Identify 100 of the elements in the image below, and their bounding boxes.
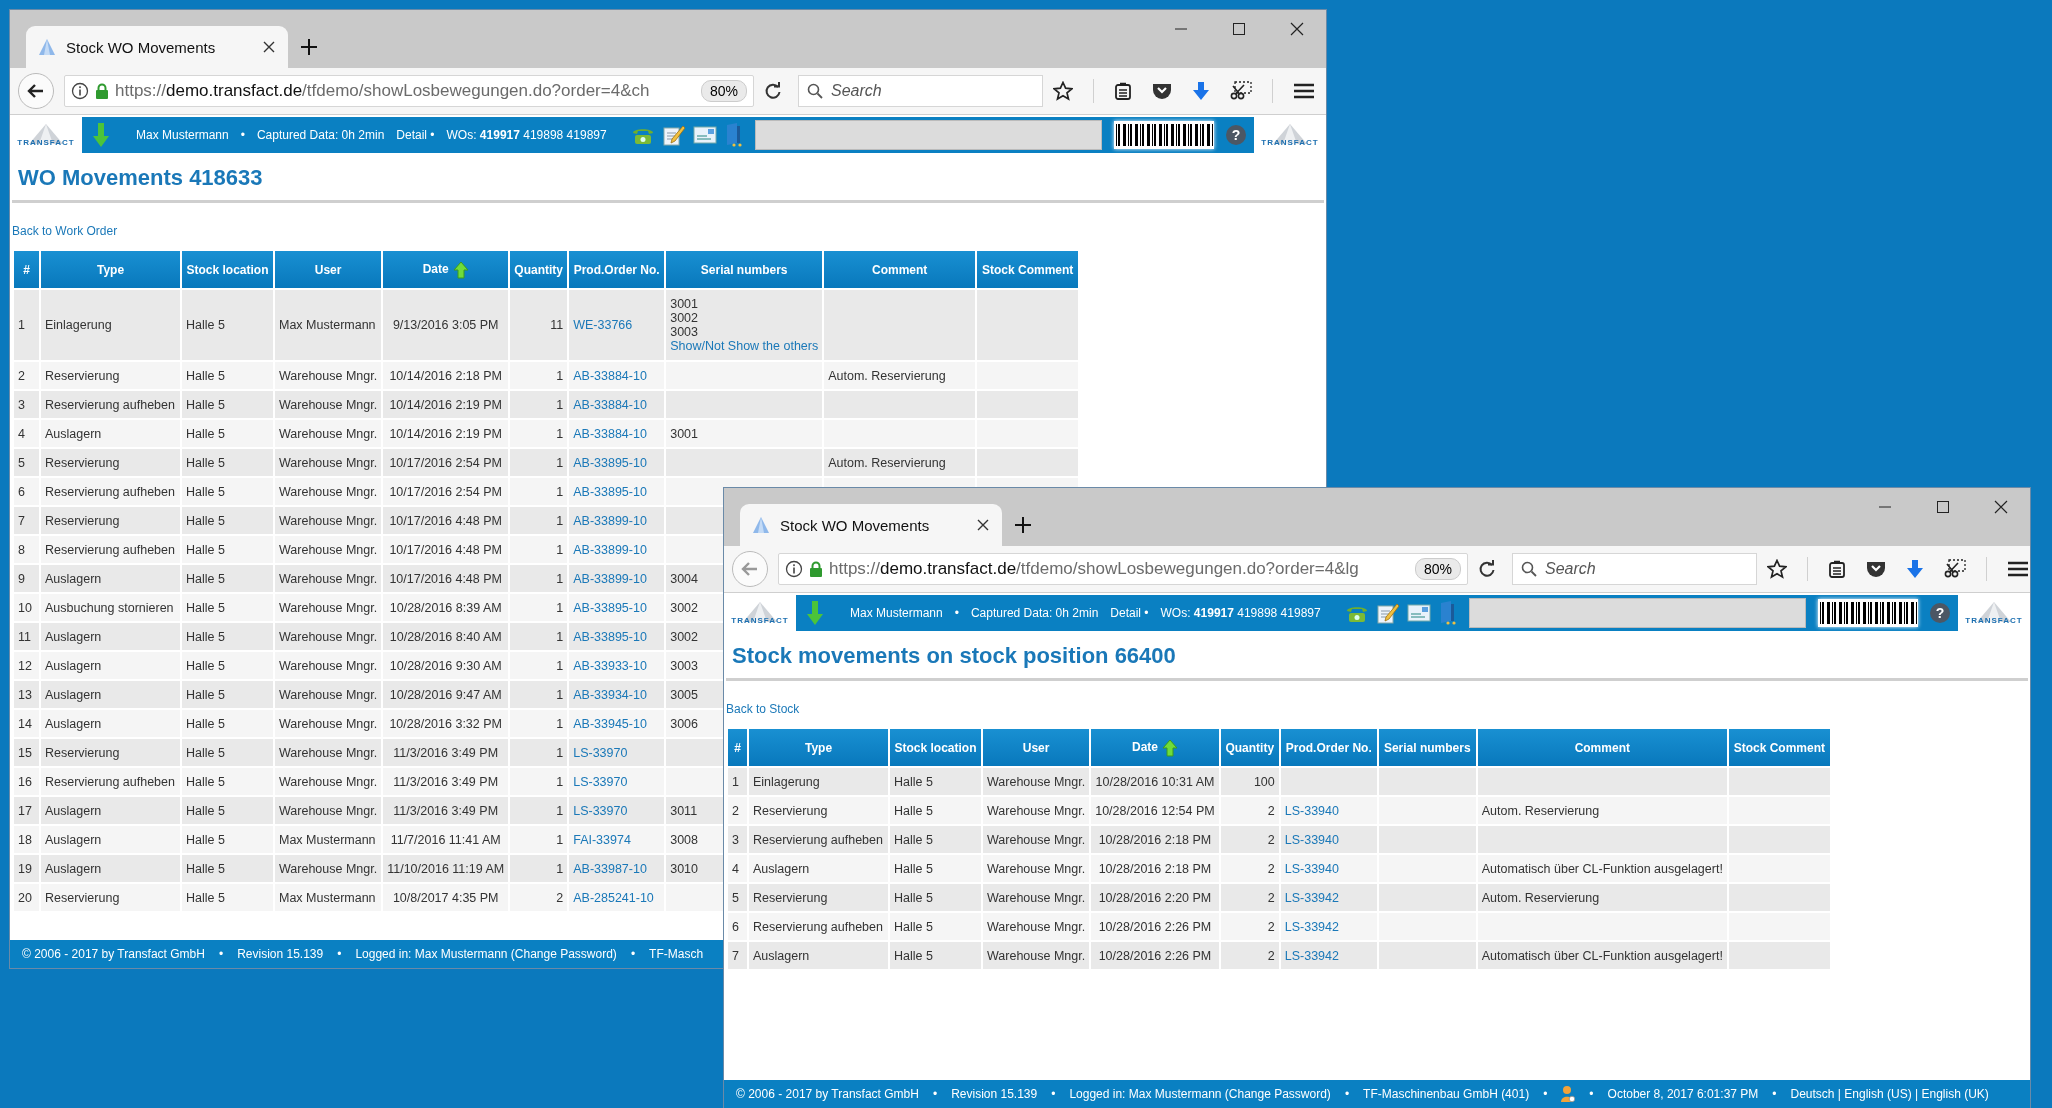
table-cell: Reservierung	[41, 362, 180, 389]
search-icon	[807, 83, 823, 99]
bullet-separator: •	[1543, 1087, 1548, 1101]
input-field[interactable]	[1468, 598, 1806, 628]
column-header[interactable]: Serial numbers	[1378, 729, 1476, 766]
column-header[interactable]: Date	[1091, 729, 1219, 766]
barcode-icon	[1114, 121, 1214, 149]
back-arrow-icon	[27, 82, 45, 100]
scissors-icon[interactable]	[1230, 81, 1252, 101]
table-cell: 1	[510, 536, 568, 563]
address-bar[interactable]: https://demo.transfact.de/tfdemo/showLosbewegungen.do?order=4&ch 80%	[64, 75, 754, 107]
table-cell: Auslagern	[41, 652, 180, 679]
table-cell: Halle 5	[890, 855, 981, 882]
browser-tab[interactable]: Stock WO Movements	[740, 504, 1002, 546]
column-header[interactable]: Date	[383, 251, 509, 288]
search-field[interactable]: Search	[798, 75, 1043, 107]
table-cell: Halle 5	[182, 536, 273, 563]
column-header[interactable]: Stock location	[182, 251, 273, 288]
table-cell: 19	[14, 855, 39, 882]
table-cell: Halle 5	[890, 942, 981, 969]
notepad-pencil-icon[interactable]	[1376, 602, 1399, 624]
table-cell: Halle 5	[182, 594, 273, 621]
column-header[interactable]: Prod.Order No.	[569, 251, 665, 288]
zoom-level-badge[interactable]: 80%	[700, 80, 747, 102]
star-icon[interactable]	[1053, 81, 1073, 101]
table-cell: Reservierung aufheben	[41, 768, 180, 795]
person-badge-icon[interactable]	[1561, 1085, 1576, 1103]
column-header[interactable]: Quantity	[510, 251, 568, 288]
column-header[interactable]: Serial numbers	[666, 251, 823, 288]
table-cell: 2	[1220, 884, 1279, 911]
download-icon[interactable]	[1906, 559, 1924, 579]
column-header[interactable]: User	[275, 251, 382, 288]
reload-icon[interactable]	[764, 82, 782, 100]
help-button[interactable]: ?	[1930, 603, 1950, 623]
column-header[interactable]: User	[983, 729, 1090, 766]
close-icon[interactable]	[1994, 500, 2008, 514]
table-cell: 1	[510, 449, 568, 476]
table-cell: 1	[510, 710, 568, 737]
clipboard-icon[interactable]	[1828, 560, 1846, 578]
table-cell: 12	[14, 652, 39, 679]
table-cell: Warehouse Mngr.	[275, 623, 382, 650]
notepad-pencil-icon[interactable]	[662, 124, 685, 146]
chevron-badge-icon[interactable]	[1152, 82, 1172, 100]
barcode-icon	[1818, 599, 1918, 627]
back-link[interactable]: Back to Stock	[726, 702, 800, 716]
close-icon[interactable]	[1290, 22, 1304, 36]
column-header[interactable]: Comment	[1477, 729, 1727, 766]
bullet-separator: •	[218, 947, 224, 961]
table-cell: Reservierung	[41, 449, 180, 476]
column-header[interactable]: Comment	[824, 251, 976, 288]
plus-icon[interactable]	[1014, 516, 1032, 534]
table-cell: Auslagern	[41, 826, 180, 853]
back-link[interactable]: Back to Work Order	[12, 224, 118, 238]
column-header[interactable]: #	[14, 251, 39, 288]
table-cell: 6	[728, 913, 747, 940]
reload-icon[interactable]	[1478, 560, 1496, 578]
table-cell: Autom. Reservierung	[1477, 797, 1727, 824]
download-icon[interactable]	[1192, 81, 1210, 101]
input-field[interactable]	[754, 120, 1102, 150]
serial-number: 3002	[670, 600, 698, 615]
maximize-icon[interactable]	[1232, 22, 1246, 36]
chevron-badge-icon[interactable]	[1866, 560, 1886, 578]
column-header[interactable]: Stock location	[890, 729, 981, 766]
toggle-link[interactable]: Show/Not Show the others	[670, 339, 819, 353]
back-button[interactable]	[18, 73, 54, 109]
envelope-icon[interactable]	[692, 126, 717, 144]
column-header[interactable]: Prod.Order No.	[1280, 729, 1377, 766]
column-header[interactable]: Type	[749, 729, 888, 766]
table-cell: Automatisch über CL-Funktion ausgelagert!	[1477, 942, 1727, 969]
order-link[interactable]: WE-33766	[573, 318, 633, 332]
browser-tab[interactable]: Stock WO Movements	[26, 26, 288, 68]
column-header[interactable]: #	[728, 729, 747, 766]
bullet-separator: •	[1772, 1087, 1777, 1101]
zoom-level-badge[interactable]: 80%	[1414, 558, 1461, 580]
menu-icon[interactable]	[1293, 82, 1315, 100]
clipboard-icon[interactable]	[1114, 82, 1132, 100]
serial-number: 3003	[670, 325, 698, 339]
address-bar[interactable]: https://demo.transfact.de/tfdemo/showLosbewegungen.do?order=4&lg 80%	[778, 553, 1468, 585]
column-header[interactable]: Quantity	[1220, 729, 1279, 766]
table-cell: Reservierung	[41, 507, 180, 534]
star-icon[interactable]	[1767, 559, 1787, 579]
lock-icon	[95, 83, 109, 99]
table-cell: 10/17/2016 4:48 PM	[383, 536, 509, 563]
envelope-icon[interactable]	[1406, 604, 1431, 622]
menu-icon[interactable]	[2007, 560, 2029, 578]
scissors-icon[interactable]	[1944, 559, 1966, 579]
table-cell: 10/28/2016 8:40 AM	[383, 623, 509, 650]
plus-icon[interactable]	[300, 38, 318, 56]
table-cell: 10/8/2017 4:35 PM	[383, 884, 509, 911]
table-cell: 7	[14, 507, 39, 534]
column-header[interactable]: Stock Comment	[1728, 729, 1830, 766]
footer-text: Deutsch | English (US) | English (UK)	[1790, 1087, 1989, 1101]
close-icon[interactable]	[262, 40, 276, 54]
close-icon[interactable]	[976, 518, 990, 532]
help-button[interactable]: ?	[1226, 125, 1246, 145]
table-cell: Auslagern	[41, 710, 180, 737]
column-header[interactable]: Stock Comment	[977, 251, 1079, 288]
search-field[interactable]: Search	[1512, 553, 1757, 585]
column-header[interactable]: Type	[41, 251, 180, 288]
maximize-icon[interactable]	[1936, 500, 1950, 514]
